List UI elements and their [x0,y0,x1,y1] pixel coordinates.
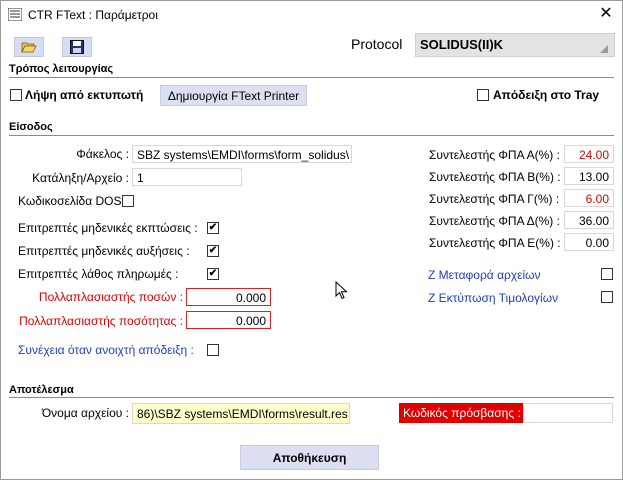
save-toolbar-button[interactable] [62,37,92,57]
vat-e-label: Συντελεστής ΦΠΑ Ε(%) : [429,236,561,250]
zero-increases-checkbox[interactable]: ✔ [207,245,219,257]
folder-open-icon [21,42,37,52]
close-icon: ✕ [599,5,613,22]
amount-multiplier-label: Πολλαπλασιαστής ποσών : [38,290,183,304]
create-ftext-printer-label: Δημιουργία FText Printer [167,88,300,103]
mouse-cursor-icon [335,281,348,300]
quantity-multiplier-input[interactable]: 0.000 [186,311,271,329]
quantity-multiplier-label: Πολλαπλασιαστής ποσότητας : [19,314,183,328]
open-button[interactable] [14,37,44,57]
protocol-label: Protocol [351,36,403,52]
vat-c-input[interactable]: 6.00 [564,189,614,207]
vat-c-label: Συντελεστής ΦΠΑ Γ(%) : [429,192,560,206]
vat-a-label: Συντελεστής ΦΠΑ Α(%) : [429,148,560,162]
dropdown-arrow-icon [600,45,608,53]
amount-multiplier-input[interactable]: 0.000 [186,288,271,306]
z-transfer-label: Z Μεταφορά αρχείων [428,268,541,282]
input-section-title: Είσοδος [9,121,53,133]
close-button[interactable]: ✕ [595,4,617,24]
capture-printer-checkbox[interactable] [10,89,22,101]
zero-discounts-label: Επιτρεπτές μηδενικές εκπτώσεις : [18,221,198,235]
zero-discounts-checkbox[interactable]: ✔ [207,222,219,234]
z-print-invoices-label: Z Εκτύπωση Τιμολογίων [428,291,559,305]
z-print-invoices-checkbox[interactable] [601,291,613,303]
create-ftext-printer-button[interactable]: Δημιουργία FText Printer [160,85,307,106]
folder-input[interactable]: SBZ systems\EMDI\forms\form_solidus\ [132,145,352,163]
zero-increases-label: Επιτρεπτές μηδενικές αυξήσεις : [18,244,190,258]
app-icon [8,8,22,21]
mode-divider [9,77,614,78]
vat-b-input[interactable]: 13.00 [564,167,614,185]
continue-open-receipt-checkbox[interactable] [207,344,219,356]
tray-receipt-label: Απόδειξη στο Tray [493,88,600,102]
result-section-title: Αποτέλεσμα [9,384,74,396]
title-bar: CTR FText : Παράμετροι ✕ [1,1,622,29]
vat-e-input[interactable]: 0.00 [564,233,614,251]
mode-section-title: Τρόπος λειτουργίας [9,63,114,75]
window-title: CTR FText : Παράμετροι [28,8,158,22]
wrong-payments-label: Επιτρεπτές λάθος πληρωμές : [18,267,179,281]
save-icon [70,40,84,54]
dos-codepage-label: Κωδικοσελίδα DOS [18,194,122,208]
vat-b-label: Συντελεστής ΦΠΑ Β(%) : [429,170,561,184]
tray-receipt-checkbox[interactable] [477,89,489,101]
result-divider [9,397,614,398]
save-button[interactable]: Αποθήκευση [240,445,379,470]
extension-label: Κατάληξη/Αρχείο : [32,171,129,185]
protocol-select[interactable]: SOLIDUS(II)K [415,33,615,57]
vat-d-input[interactable]: 36.00 [564,211,614,229]
vat-d-label: Συντελεστής ΦΠΑ Δ(%) : [429,214,560,228]
filename-label: Όνομα αρχείου : [41,406,129,420]
dos-codepage-checkbox[interactable] [122,195,134,207]
folder-label: Φάκελος : [76,147,129,161]
extension-input[interactable]: 1 [132,168,242,186]
password-input[interactable] [523,403,613,423]
save-button-label: Αποθήκευση [272,450,347,465]
protocol-value: SOLIDUS(II)K [420,37,504,52]
z-transfer-checkbox[interactable] [601,268,613,280]
continue-open-receipt-label: Συνέχεια όταν ανοιχτή απόδειξη : [18,343,194,357]
wrong-payments-checkbox[interactable]: ✔ [207,268,219,280]
filename-input[interactable]: 86)\SBZ systems\EMDI\forms\result.res [132,403,350,424]
capture-printer-label: Λήψη από εκτυπωτή [25,88,144,102]
password-label: Κωδικός πρόσβασης : [399,403,523,423]
input-divider [9,135,614,136]
vat-a-input[interactable]: 24.00 [564,145,614,163]
dialog-window: CTR FText : Παράμετροι ✕ Protocol SOLIDU… [0,0,623,480]
